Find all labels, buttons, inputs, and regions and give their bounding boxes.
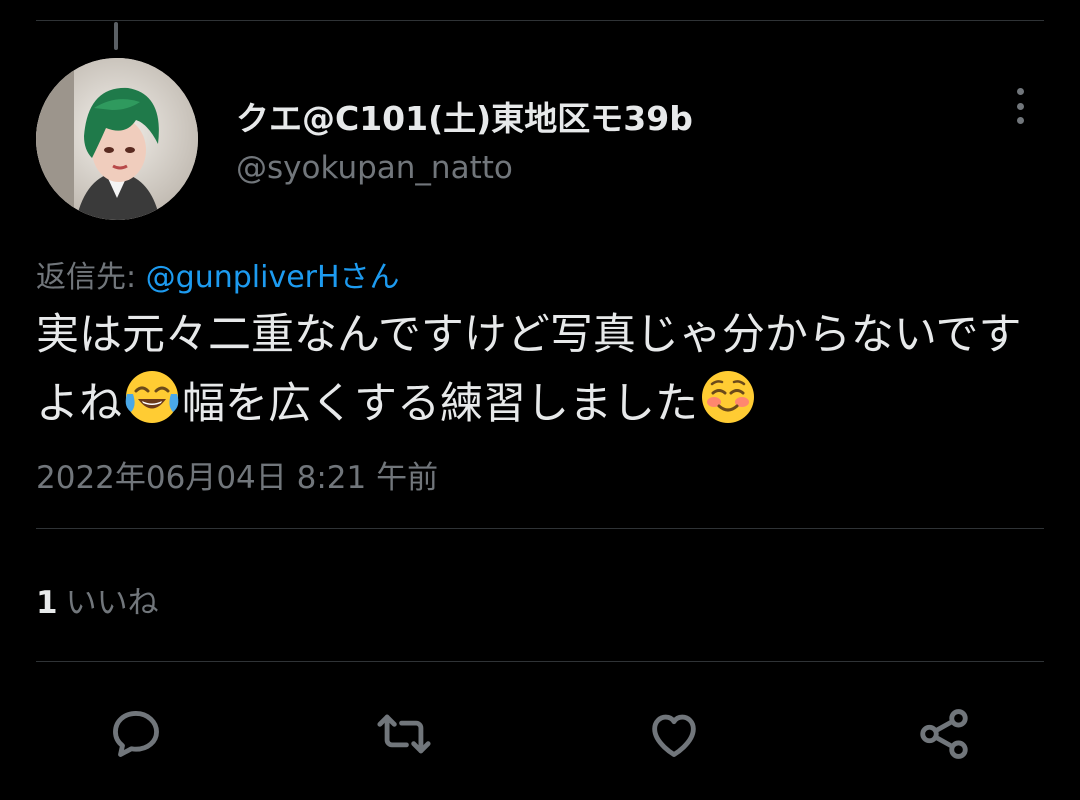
face-with-tears-of-joy-emoji bbox=[123, 368, 181, 426]
like-icon bbox=[652, 714, 696, 757]
more-dot bbox=[1016, 117, 1024, 124]
author-handle[interactable]: @syokupan_natto bbox=[236, 150, 513, 186]
more-dot bbox=[1016, 88, 1024, 95]
reply-icon bbox=[113, 711, 159, 757]
reply-prefix: 返信先: bbox=[36, 260, 146, 295]
top-divider bbox=[36, 20, 1044, 21]
share-button[interactable] bbox=[912, 702, 976, 766]
divider bbox=[36, 661, 1044, 662]
smiling-face-emoji bbox=[699, 368, 757, 426]
reply-button[interactable] bbox=[104, 702, 168, 766]
avatar-image bbox=[36, 58, 198, 220]
tweet-text-part2: 幅を広くする練習しました bbox=[182, 379, 698, 429]
divider bbox=[36, 528, 1044, 529]
thread-connector-line bbox=[114, 22, 118, 50]
author-display-name[interactable]: クエ@C101(土)東地区モ39b bbox=[236, 92, 693, 140]
tweet-text: 実は元々二重なんですけど写真じゃ分からないですよね 幅を広くする練習しました bbox=[36, 302, 1046, 437]
retweet-button[interactable] bbox=[372, 702, 436, 766]
tweet-timestamp[interactable]: 2022年06月04日 8:21 午前 bbox=[36, 452, 438, 497]
reply-mention-link[interactable]: @gunpliverHさん bbox=[146, 260, 400, 295]
likes-label: いいね bbox=[65, 585, 159, 621]
likes-count: 1 bbox=[36, 585, 58, 621]
likes-stat[interactable]: 1 いいね bbox=[36, 577, 159, 622]
avatar[interactable] bbox=[36, 58, 198, 220]
like-button[interactable] bbox=[642, 702, 706, 766]
reply-context: 返信先: @gunpliverHさん bbox=[36, 252, 400, 296]
tweet-detail-view: クエ@C101(土)東地区モ39b @syokupan_natto 返信先: @… bbox=[0, 0, 1080, 800]
more-options-button[interactable] bbox=[1002, 84, 1038, 128]
share-icon bbox=[920, 709, 968, 759]
retweet-icon bbox=[377, 714, 431, 754]
more-dot bbox=[1016, 102, 1024, 110]
